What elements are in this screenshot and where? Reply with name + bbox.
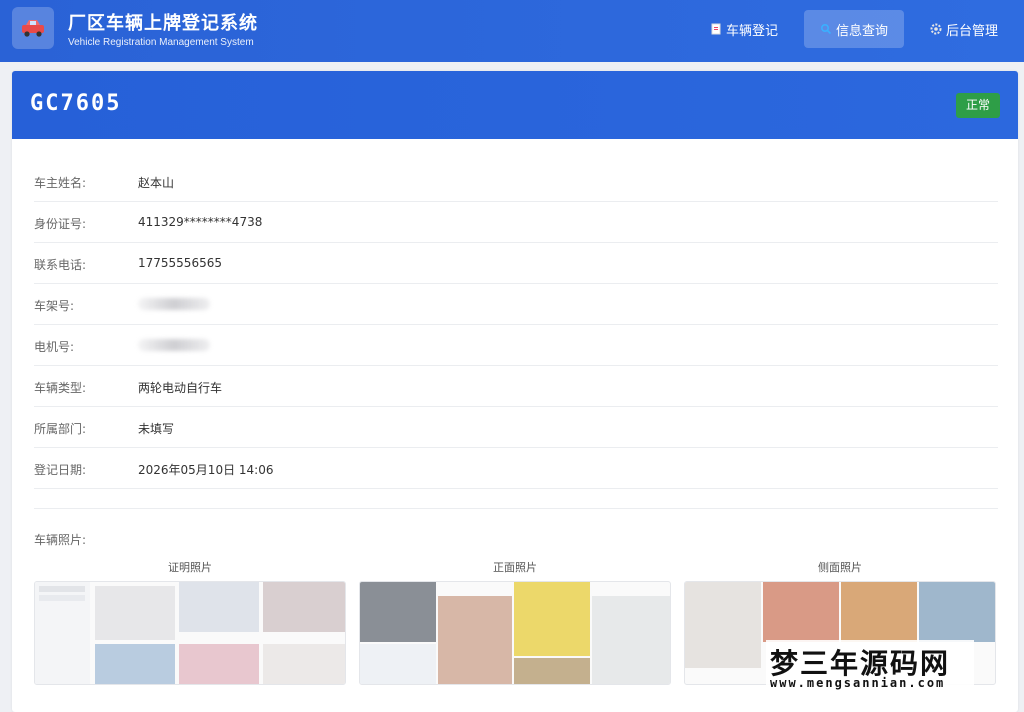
search-icon (820, 23, 832, 35)
certificate-photo[interactable] (34, 581, 346, 685)
watermark-url: www.mengsannian.com (770, 676, 946, 690)
field-label: 所属部门: (34, 422, 87, 436)
nav-label: 后台管理 (945, 23, 998, 39)
info-list: 车主姓名: 赵本山 身份证号: 411329********4738 联系电话:… (34, 161, 998, 489)
field-label: 车辆类型: (34, 381, 87, 395)
front-photo[interactable] (359, 581, 671, 685)
field-label: 电机号: (34, 340, 75, 354)
field-value: 2026年05月10日 14:06 (138, 463, 274, 477)
photo-title: 正面照片 (493, 561, 537, 574)
field-label: 车架号: (34, 299, 75, 313)
field-value: 17755556565 (138, 256, 222, 270)
nav-vehicle-register[interactable]: 车辆登记 (694, 10, 794, 48)
photo-column-front: 正面照片 (359, 559, 671, 685)
field-label: 车主姓名: (34, 176, 87, 190)
nav-info-query[interactable]: 信息查询 (803, 10, 904, 48)
info-row-department: 所属部门: 未填写 (34, 407, 998, 448)
photo-title: 证明照片 (168, 561, 212, 574)
status-badge: 正常 (955, 93, 1000, 118)
photos-label: 车辆照片: (34, 533, 87, 547)
field-label: 身份证号: (34, 217, 87, 231)
plate-number: GC7605 (30, 91, 122, 116)
field-value: 未填写 (138, 422, 175, 436)
info-row-register-date: 登记日期: 2026年05月10日 14:06 (34, 448, 998, 489)
document-icon (711, 23, 721, 35)
top-navbar: 厂区车辆上牌登记系统 Vehicle Registration Manageme… (0, 0, 1024, 62)
info-row-id-number: 身份证号: 411329********4738 (34, 202, 998, 243)
field-label: 联系电话: (34, 258, 87, 272)
info-row-owner: 车主姓名: 赵本山 (34, 161, 998, 202)
field-label: 登记日期: (34, 463, 87, 477)
nav-admin[interactable]: 后台管理 (914, 10, 1014, 48)
redacted-value (138, 339, 210, 351)
info-row-vehicle-type: 车辆类型: 两轮电动自行车 (34, 366, 998, 407)
photo-column-certificate: 证明照片 (34, 559, 346, 685)
info-row-phone: 联系电话: 17755556565 (34, 243, 998, 284)
info-row-frame-number: 车架号: (34, 284, 998, 325)
car-icon (22, 20, 44, 37)
photo-title: 侧面照片 (818, 561, 862, 574)
divider (34, 508, 998, 509)
system-subtitle: Vehicle Registration Management System (68, 37, 254, 48)
logo (12, 7, 54, 49)
field-value: 两轮电动自行车 (138, 381, 223, 395)
main-nav: 车辆登记 信息查询 后台管理 (694, 10, 1014, 48)
gear-icon (930, 23, 942, 35)
nav-label: 信息查询 (835, 23, 888, 39)
card-header: GC7605 正常 (12, 71, 1018, 139)
info-row-motor-number: 电机号: (34, 325, 998, 366)
vehicle-detail-card: GC7605 正常 车主姓名: 赵本山 身份证号: 411329********… (12, 71, 1018, 712)
watermark: 梦三年源码网 www.mengsannian.com (766, 640, 974, 696)
nav-label: 车辆登记 (725, 23, 778, 39)
field-value: 411329********4738 (138, 215, 263, 229)
field-value: 赵本山 (138, 176, 175, 190)
redacted-value (138, 298, 210, 310)
system-title: 厂区车辆上牌登记系统 (68, 13, 258, 34)
